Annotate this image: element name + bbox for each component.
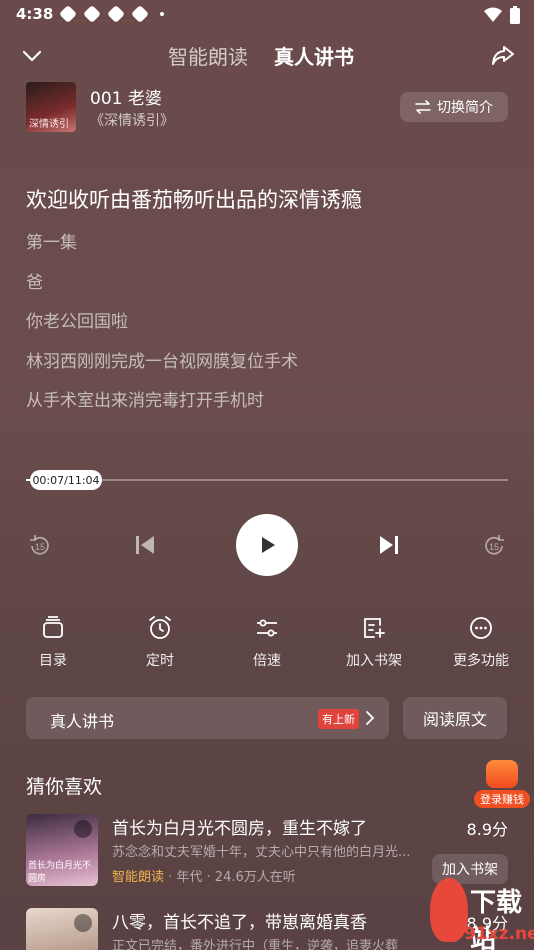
next-button[interactable] — [376, 532, 402, 558]
progress-thumb[interactable]: 00:07/11:04 — [30, 470, 102, 490]
recommend-meta: 智能朗读 · 年代 · 24.6万人在听 — [112, 866, 296, 885]
catalog-button[interactable]: 目录 — [13, 614, 93, 670]
chevron-down-icon[interactable] — [20, 44, 44, 68]
more-functions-button[interactable]: 更多功能 — [441, 614, 521, 670]
book-info: 深情诱引 001 老婆 《深情诱引》 切换简介 — [26, 82, 508, 132]
nav-tabs: 智能朗读 真人讲书 — [168, 41, 354, 70]
watermark-logo-icon — [430, 878, 468, 942]
tab-human-narration[interactable]: 真人讲书 — [274, 41, 354, 70]
site-watermark: 下载站 91xz.net — [430, 868, 534, 950]
recommend-cover-text: 首长为白月光不圆房 — [28, 861, 92, 884]
playback-controls: 15 15 — [0, 514, 534, 576]
new-update-badge: 有上新 — [318, 709, 359, 729]
recommend-meta-rest: · 年代 · 24.6万人在听 — [164, 870, 296, 885]
add-to-shelf-button[interactable]: 加入书架 — [334, 614, 414, 670]
swap-icon — [415, 100, 431, 114]
catalog-icon — [43, 616, 63, 638]
book-cover[interactable]: 深情诱引 — [26, 82, 76, 132]
forward-seconds-label: 15 — [489, 542, 499, 552]
more-icon — [470, 617, 492, 639]
recommend-score: 8.9分 — [466, 820, 508, 839]
login-earn-label: 登录赚钱 — [474, 790, 530, 808]
notification-icons — [58, 4, 164, 24]
watermark-url: 91xz.net — [464, 924, 534, 944]
recommend-title: 猜你喜欢 — [26, 776, 103, 798]
share-icon[interactable] — [490, 42, 516, 68]
battery-icon — [510, 6, 520, 24]
alarm-clock-icon — [149, 616, 171, 639]
progress-slider[interactable]: 00:07/11:04 — [26, 470, 508, 490]
forward-15-icon: 15 — [485, 535, 504, 555]
status-bar: 4:38 — [0, 0, 534, 30]
recommend-cover[interactable] — [26, 908, 98, 950]
timer-label: 定时 — [146, 653, 174, 669]
transcript-line: 你老公回国啦 — [26, 312, 128, 332]
chevron-right-icon — [366, 711, 375, 725]
recommend-desc: 正文已完结，番外进行中（重生，逆袭，追妻火葬 — [112, 939, 399, 950]
login-earn-widget[interactable]: 登录赚钱 — [472, 760, 532, 808]
recommend-cover[interactable]: 首长为白月光不圆房 — [26, 814, 98, 886]
chapter-title: 001 老婆 — [90, 89, 162, 109]
recommend-name[interactable]: 首长为白月光不圆房，重生不嫁了 — [112, 814, 367, 839]
add-to-shelf-label: 加入书架 — [346, 653, 402, 669]
transcript-line: 从手术室出来消完毒打开手机时 — [26, 391, 264, 411]
speed-button[interactable]: 倍速 — [227, 614, 307, 670]
more-functions-label: 更多功能 — [453, 653, 509, 669]
skip-next-icon — [380, 536, 398, 554]
status-time: 4:38 — [16, 5, 54, 23]
skip-previous-icon — [136, 536, 154, 554]
transcript: 欢迎收听由番茄畅听出品的深情诱瘾 第一集 爸 你老公回国啦 林羽西刚刚完成一台视… — [26, 184, 508, 426]
previous-button[interactable] — [132, 532, 158, 558]
app-notification-icon — [82, 4, 102, 24]
headphones-icon — [74, 820, 92, 838]
recommend-name[interactable]: 八零，首长不追了，带崽离婚真香 — [112, 908, 367, 933]
switch-intro-label: 切换简介 — [437, 100, 493, 116]
play-button[interactable] — [236, 514, 298, 576]
transcript-line: 林羽西刚刚完成一台视网膜复位手术 — [26, 351, 298, 372]
catalog-label: 目录 — [39, 653, 67, 669]
wifi-icon — [484, 7, 502, 22]
rewind-15-button[interactable]: 15 — [26, 532, 54, 560]
read-original-button[interactable]: 阅读原文 — [403, 697, 507, 739]
rewind-15-icon: 15 — [30, 535, 49, 555]
recommend-source: 智能朗读 — [112, 870, 165, 885]
timer-button[interactable]: 定时 — [120, 614, 200, 670]
rewind-seconds-label: 15 — [35, 542, 45, 552]
transcript-line: 第一集 — [26, 233, 77, 253]
narration-version-bar[interactable]: 真人讲书 有上新 — [26, 697, 389, 739]
narration-version-label: 真人讲书 — [50, 712, 115, 731]
bookshelf-add-icon — [364, 618, 385, 638]
tab-smart-read[interactable]: 智能朗读 — [168, 41, 248, 70]
status-right — [484, 6, 520, 24]
function-bar: 目录 定时 倍速 加入书架 更多功能 — [0, 614, 534, 674]
switch-intro-button[interactable]: 切换简介 — [400, 92, 508, 122]
sliders-icon — [257, 619, 277, 637]
app-notification-icon — [130, 4, 150, 24]
more-notifications-icon — [160, 12, 164, 16]
transcript-current-line: 欢迎收听由番茄畅听出品的深情诱瘾 — [26, 188, 362, 212]
speed-label: 倍速 — [253, 653, 281, 669]
book-cover-text: 深情诱引 — [29, 119, 69, 130]
forward-15-button[interactable]: 15 — [480, 532, 508, 560]
recommend-desc: 苏念念和丈夫军婚十年，丈夫心中只有他的白月光... — [112, 845, 411, 860]
app-notification-icon — [58, 4, 78, 24]
red-packet-icon — [486, 760, 518, 788]
app-notification-icon — [106, 4, 126, 24]
play-icon — [262, 537, 275, 553]
headphones-icon — [74, 914, 92, 932]
book-name[interactable]: 《深情诱引》 — [90, 110, 174, 130]
transcript-line: 爸 — [26, 272, 43, 293]
top-nav: 智能朗读 真人讲书 — [0, 36, 534, 76]
